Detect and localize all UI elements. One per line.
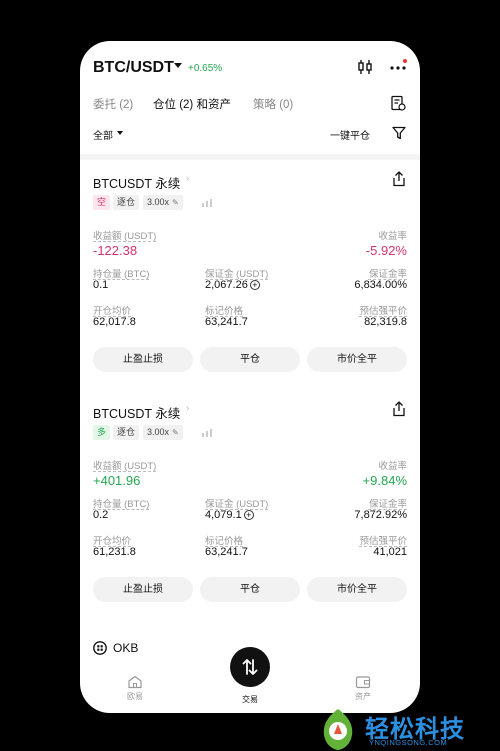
close-all-button[interactable]: 一键平仓	[330, 127, 370, 142]
adl-indicator-icon	[202, 429, 218, 437]
liq-price-label: 预估强平价	[359, 306, 407, 317]
nav-assets-label: 资产	[355, 692, 371, 701]
nav-home[interactable]: 欧易	[115, 675, 155, 702]
position-title[interactable]: BTCUSDT 永续	[93, 403, 180, 422]
liq-price-value: 41,021	[373, 546, 407, 558]
size-value: 0.1	[93, 279, 109, 291]
tp-sl-button[interactable]: 止盈止损	[93, 577, 193, 602]
margin-ratio-value: 7,872.92%	[354, 509, 407, 521]
asset-label: OKB	[113, 641, 139, 655]
header: BTC/USDT +0.65%	[80, 41, 420, 91]
add-margin-icon[interactable]: +	[243, 510, 254, 521]
section-divider	[80, 154, 420, 160]
add-margin-icon[interactable]: +	[249, 280, 260, 291]
size-label: 持仓量 (BTC)	[93, 499, 150, 510]
chevron-right-icon[interactable]: ›	[186, 173, 189, 184]
leverage-badge[interactable]: 3.00x ✎	[143, 195, 183, 210]
pnl-label: 收益额 (USDT)	[93, 461, 157, 472]
side-badge: 多	[93, 425, 111, 440]
nav-home-label: 欧易	[127, 692, 143, 701]
adl-indicator-icon	[202, 199, 218, 207]
roe-value: +9.84%	[362, 473, 407, 488]
filter-icon[interactable]	[392, 126, 406, 140]
entry-price-value: 62,017.8	[93, 316, 136, 328]
edit-pencil-icon: ✎	[172, 198, 179, 207]
nav-trade-button[interactable]	[230, 647, 270, 687]
margin-value: 2,067.26 +	[205, 279, 260, 291]
side-badge: 空	[93, 195, 111, 210]
tab-positions[interactable]: 仓位 (2) 和资产	[153, 96, 231, 112]
close-position-button[interactable]: 平仓	[200, 577, 300, 602]
position-card: BTCUSDT 永续 › 多 逐仓 3.00x ✎ 收益额 (USDT) +401…	[80, 401, 420, 618]
pnl-value: +401.96	[93, 473, 141, 488]
market-close-button[interactable]: 市价全平	[307, 577, 407, 602]
chevron-right-icon[interactable]: ›	[186, 403, 189, 414]
share-icon[interactable]	[392, 401, 406, 417]
nav-trade-label: 交易	[242, 695, 258, 704]
position-card: BTCUSDT 永续 › 空 逐仓 3.00x ✎ 收益额 (USDT) -122…	[80, 171, 420, 388]
margin-amount: 2,067.26	[205, 279, 248, 291]
price-change: +0.65%	[188, 63, 223, 74]
pair-selector[interactable]: BTC/USDT	[93, 59, 174, 77]
margin-mode-badge[interactable]: 逐仓	[113, 425, 140, 440]
wallet-icon	[355, 676, 371, 689]
history-document-icon[interactable]	[390, 95, 406, 111]
tab-orders[interactable]: 委托 (2)	[93, 96, 133, 112]
leverage-value: 3.00x	[147, 427, 170, 437]
watermark-logo-icon	[323, 709, 353, 750]
close-position-button[interactable]: 平仓	[200, 347, 300, 372]
pnl-value: -122.38	[93, 243, 138, 258]
margin-mode-badge[interactable]: 逐仓	[113, 195, 140, 210]
entry-price-label: 开仓均价	[93, 536, 132, 547]
margin-value: 4,079.1 +	[205, 509, 254, 521]
margin-label: 保证金 (USDT)	[205, 499, 269, 510]
okb-coin-icon	[93, 641, 107, 655]
edit-pencil-icon: ✎	[172, 428, 179, 437]
mark-price-value: 63,241.7	[205, 546, 248, 558]
bottom-nav: 欧易 交易 资产	[80, 647, 420, 713]
mark-price-value: 63,241.7	[205, 316, 248, 328]
swap-arrows-icon	[242, 659, 258, 675]
roe-label: 收益率	[378, 461, 407, 472]
share-icon[interactable]	[392, 171, 406, 187]
home-icon	[128, 675, 142, 689]
margin-label: 保证金 (USDT)	[205, 269, 269, 280]
filter-dropdown-icon[interactable]	[117, 131, 123, 135]
entry-price-value: 61,231.8	[93, 546, 136, 558]
margin-ratio-label: 保证金率	[368, 499, 407, 510]
mark-price-label: 标记价格	[205, 536, 244, 547]
position-title[interactable]: BTCUSDT 永续	[93, 173, 180, 192]
filter-row: 全部 一键平仓	[80, 125, 420, 145]
app-screen: BTC/USDT +0.65% 委托 (2) 仓位 (2) 和资产 策略 (0)	[80, 41, 420, 713]
entry-price-label: 开仓均价	[93, 306, 132, 317]
more-icon[interactable]	[389, 59, 407, 75]
roe-value: -5.92%	[365, 243, 407, 258]
leverage-badge[interactable]: 3.00x ✎	[143, 425, 183, 440]
pnl-label: 收益额 (USDT)	[93, 231, 157, 242]
filter-all[interactable]: 全部	[93, 127, 113, 142]
liq-price-label: 预估强平价	[359, 536, 407, 547]
tab-strategies[interactable]: 策略 (0)	[253, 96, 293, 112]
position-tabs: 委托 (2) 仓位 (2) 和资产 策略 (0)	[80, 93, 420, 117]
watermark-url: YNQINGSONG.COM	[369, 738, 448, 747]
market-close-button[interactable]: 市价全平	[307, 347, 407, 372]
tp-sl-button[interactable]: 止盈止损	[93, 347, 193, 372]
watermark: 轻松科技 YNQINGSONG.COM	[317, 707, 500, 751]
liq-price-value: 82,319.8	[364, 316, 407, 328]
roe-label: 收益率	[378, 231, 407, 242]
nav-assets[interactable]: 资产	[343, 675, 383, 702]
margin-ratio-label: 保证金率	[368, 269, 407, 280]
size-label: 持仓量 (BTC)	[93, 269, 150, 280]
pair-dropdown-icon[interactable]	[174, 63, 182, 68]
margin-ratio-value: 6,834.00%	[354, 279, 407, 291]
mark-price-label: 标记价格	[205, 306, 244, 317]
margin-amount: 4,079.1	[205, 509, 242, 521]
leverage-value: 3.00x	[147, 197, 170, 207]
size-value: 0.2	[93, 509, 109, 521]
candlestick-chart-icon[interactable]	[357, 59, 373, 75]
notification-dot	[403, 59, 407, 63]
